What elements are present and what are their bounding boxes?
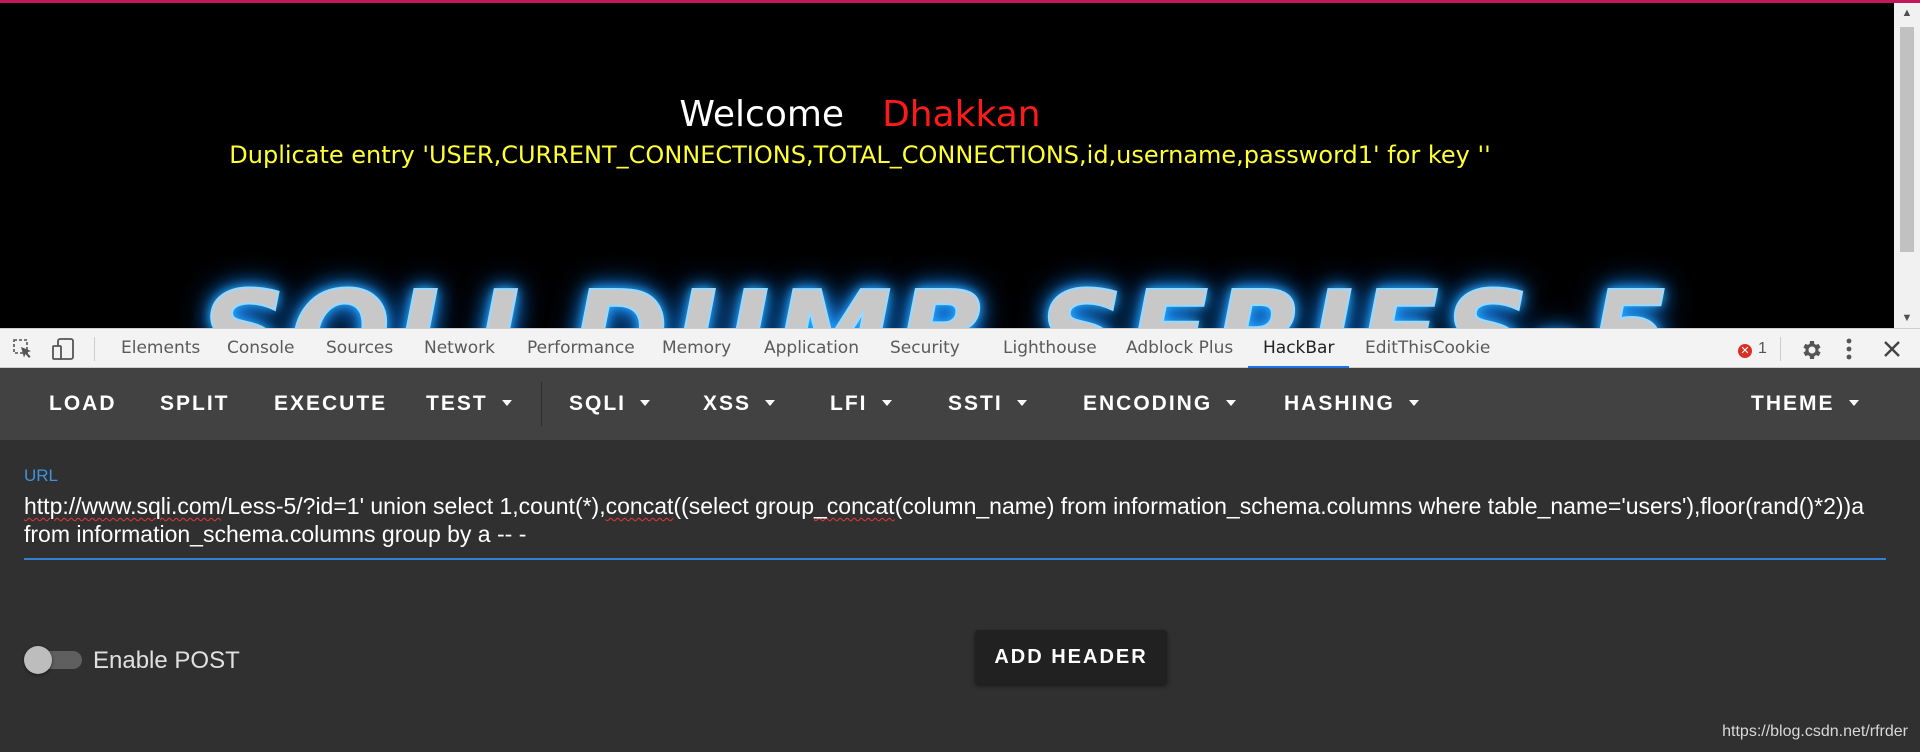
caret-down-icon: [1226, 400, 1237, 406]
sqli-label: SQLI: [569, 392, 627, 415]
enable-post-toggle[interactable]: [24, 646, 82, 674]
caret-down-icon: [881, 400, 892, 406]
toolbar-divider: [94, 337, 95, 361]
inspect-icon[interactable]: [12, 338, 34, 365]
device-toolbar-icon[interactable]: [52, 338, 76, 365]
gear-icon[interactable]: [1799, 338, 1823, 367]
toolbar-divider: [541, 382, 542, 426]
execute-button[interactable]: EXECUTE: [274, 368, 387, 440]
tab-sources[interactable]: Sources: [326, 329, 393, 368]
theme-label: THEME: [1751, 392, 1835, 415]
sql-error-message: Duplicate entry 'USER,CURRENT_CONNECTION…: [229, 141, 1491, 169]
banner-logo: SQLI DUMB SERIES-5: [199, 264, 1675, 328]
lfi-label: LFI: [830, 392, 868, 415]
hashing-menu-button[interactable]: HASHING: [1284, 368, 1419, 440]
xss-label: XSS: [703, 392, 752, 415]
tab-lighthouse[interactable]: Lighthouse: [1003, 329, 1097, 368]
caret-down-icon: [501, 400, 512, 406]
tab-elements[interactable]: Elements: [121, 329, 200, 368]
caret-down-icon: [1408, 400, 1419, 406]
welcome-line: Welcome Dhakkan: [0, 94, 1720, 135]
hackbar-panel: URL http://www.sqli.com/Less-5/?id=1' un…: [0, 440, 1920, 752]
hashing-label: HASHING: [1284, 392, 1395, 415]
tab-hackbar[interactable]: HackBar: [1248, 329, 1350, 368]
sqli-menu-button[interactable]: SQLI: [569, 368, 651, 440]
tab-network[interactable]: Network: [424, 329, 495, 368]
lfi-menu-button[interactable]: LFI: [830, 368, 892, 440]
error-count-value: 1: [1758, 340, 1767, 357]
ssti-menu-button[interactable]: SSTI: [948, 368, 1027, 440]
top-accent-bar: [0, 0, 1920, 3]
tab-security[interactable]: Security: [890, 329, 960, 368]
xss-menu-button[interactable]: XSS: [703, 368, 776, 440]
page-viewport: Welcome Dhakkan Duplicate entry 'USER,CUR…: [0, 0, 1920, 328]
split-button[interactable]: SPLIT: [160, 368, 230, 440]
page-scrollbar[interactable]: ▲ ▼: [1894, 3, 1920, 328]
load-label: LOAD: [49, 392, 117, 415]
tab-console[interactable]: Console: [227, 329, 295, 368]
split-label: SPLIT: [160, 392, 230, 415]
toolbar-divider: [1780, 337, 1781, 361]
scroll-thumb[interactable]: [1900, 27, 1914, 252]
url-label: URL: [24, 466, 59, 485]
tab-application[interactable]: Application: [764, 329, 859, 368]
hackbar-toolbar: LOAD SPLIT EXECUTE TEST SQLI XSS LFI SST…: [0, 368, 1920, 440]
watermark: https://blog.csdn.net/rfrder: [1722, 723, 1908, 740]
caret-down-icon: [1016, 400, 1027, 406]
theme-menu-button[interactable]: THEME: [1751, 368, 1859, 440]
test-menu-button[interactable]: TEST: [426, 368, 512, 440]
toggle-knob: [24, 646, 52, 674]
test-label: TEST: [426, 392, 488, 415]
user-name: Dhakkan: [882, 94, 1041, 135]
error-counter[interactable]: ✕ 1: [1738, 329, 1767, 368]
caret-down-icon: [1848, 400, 1859, 406]
enable-post-label: Enable POST: [93, 647, 240, 674]
tab-memory[interactable]: Memory: [662, 329, 731, 368]
close-icon[interactable]: [1882, 339, 1902, 364]
ssti-label: SSTI: [948, 392, 1003, 415]
execute-label: EXECUTE: [274, 392, 388, 415]
encoding-label: ENCODING: [1083, 392, 1213, 415]
add-header-button[interactable]: ADD HEADER: [975, 630, 1167, 684]
url-value: http://www.sqli.com/Less-5/?id=1' union …: [24, 493, 1871, 547]
scroll-up-arrow-icon[interactable]: ▲: [1894, 3, 1920, 23]
more-vertical-icon[interactable]: [1845, 337, 1853, 366]
encoding-menu-button[interactable]: ENCODING: [1083, 368, 1237, 440]
load-button[interactable]: LOAD: [49, 368, 117, 440]
caret-down-icon: [640, 400, 651, 406]
devtools-tab-bar: Elements Console Sources Network Perform…: [0, 328, 1920, 368]
url-input[interactable]: http://www.sqli.com/Less-5/?id=1' union …: [24, 492, 1886, 560]
caret-down-icon: [765, 400, 776, 406]
tab-performance[interactable]: Performance: [527, 329, 635, 368]
tab-editthiscookie[interactable]: EditThisCookie: [1365, 329, 1490, 368]
error-icon: ✕: [1738, 344, 1752, 358]
tab-adblock-plus[interactable]: Adblock Plus: [1126, 329, 1233, 368]
scroll-down-arrow-icon[interactable]: ▼: [1894, 308, 1920, 328]
welcome-text: Welcome: [679, 94, 845, 135]
